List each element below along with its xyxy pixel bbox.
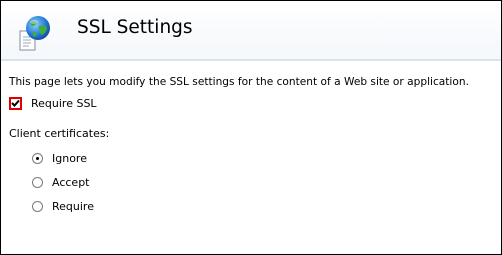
globe-document-icon — [18, 13, 52, 53]
page-description: This page lets you modify the SSL settin… — [9, 76, 469, 88]
radio-option-accept[interactable]: Accept — [32, 175, 90, 189]
require-radio[interactable] — [32, 200, 43, 212]
require-ssl-row[interactable]: Require SSL — [9, 96, 97, 110]
radio-option-ignore[interactable]: Ignore — [32, 151, 87, 165]
page-title: SSL Settings — [77, 17, 193, 38]
checkmark-icon — [11, 99, 20, 107]
radio-option-require[interactable]: Require — [32, 199, 94, 213]
require-label: Require — [52, 199, 94, 213]
ignore-radio[interactable] — [32, 152, 43, 164]
require-ssl-label: Require SSL — [31, 96, 97, 110]
accept-label: Accept — [52, 175, 90, 189]
require-ssl-checkbox[interactable] — [9, 96, 22, 110]
ignore-label: Ignore — [52, 151, 87, 165]
page-header: SSL Settings — [1, 1, 501, 59]
header-divider — [1, 59, 501, 61]
accept-radio[interactable] — [32, 176, 43, 188]
client-certificates-label: Client certificates: — [9, 127, 110, 140]
ssl-settings-panel: SSL Settings This page lets you modify t… — [0, 0, 502, 255]
